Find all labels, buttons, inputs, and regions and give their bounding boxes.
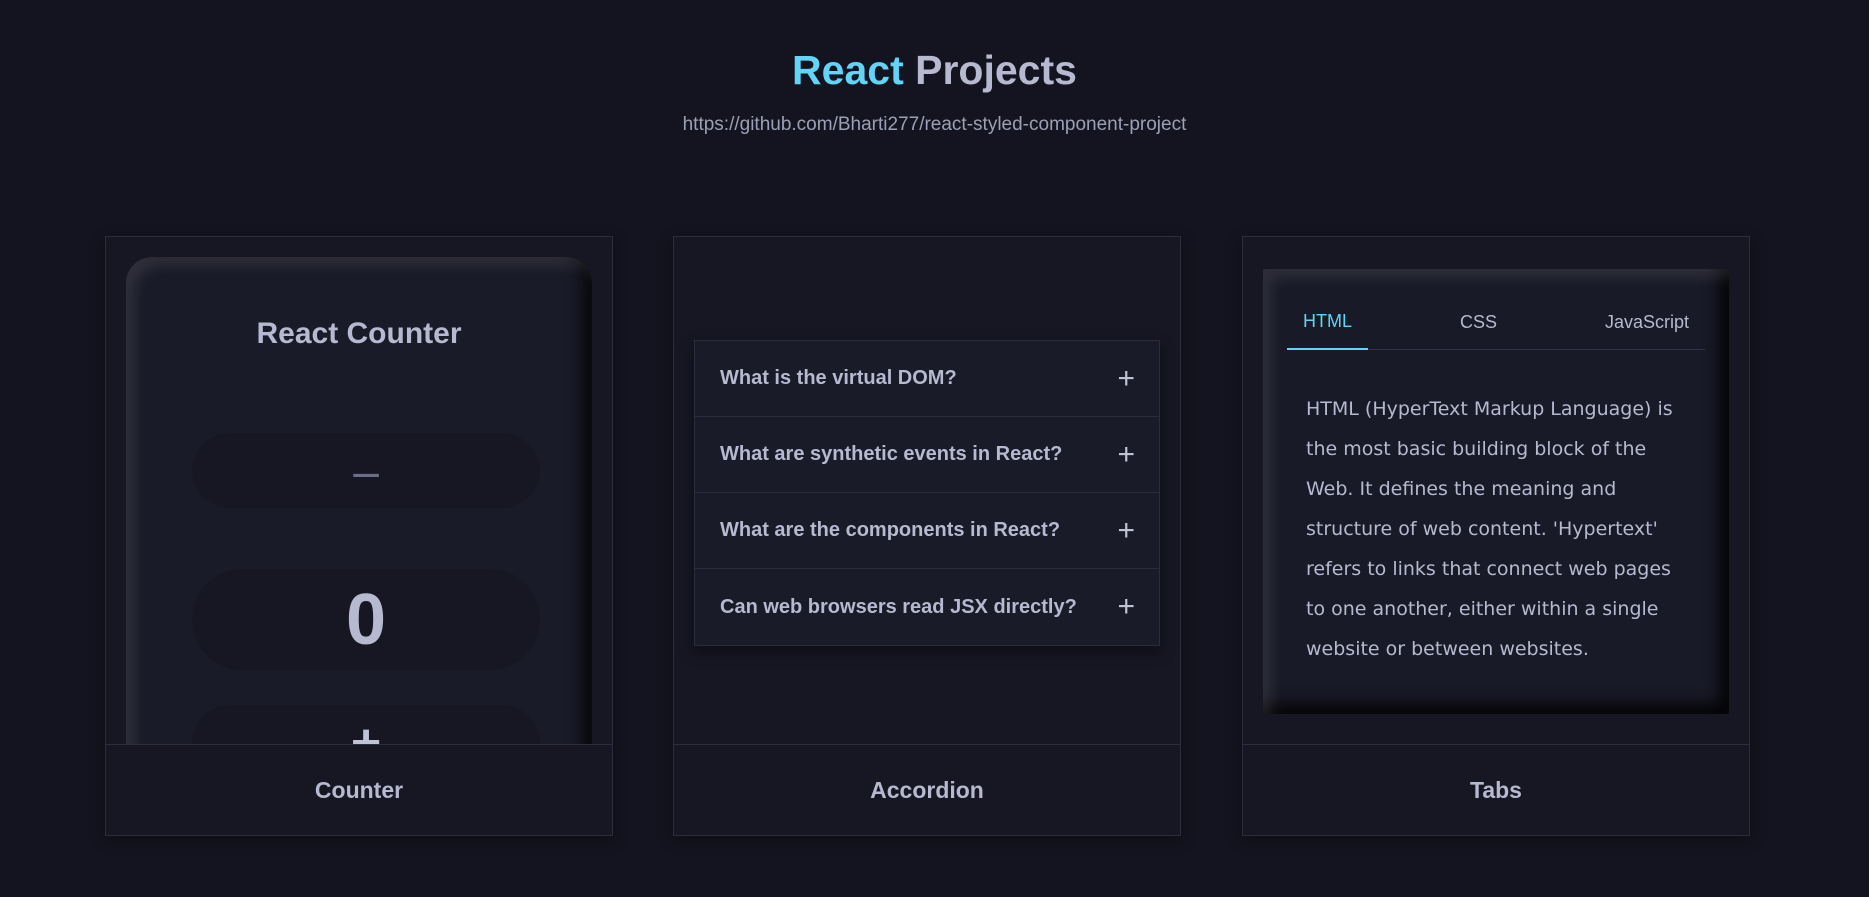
counter-title: React Counter bbox=[256, 317, 462, 350]
accordion-preview: What is the virtual DOM? + What are synt… bbox=[674, 237, 1180, 746]
accordion: What is the virtual DOM? + What are synt… bbox=[694, 340, 1160, 646]
tab-css[interactable]: CSS bbox=[1444, 295, 1513, 350]
accordion-card[interactable]: What is the virtual DOM? + What are synt… bbox=[673, 236, 1181, 836]
plus-icon[interactable]: + bbox=[1117, 514, 1135, 548]
repo-url: https://github.com/Bharti277/react-style… bbox=[682, 114, 1187, 135]
counter-card-label[interactable]: Counter bbox=[106, 744, 612, 835]
increment-button[interactable]: + bbox=[192, 705, 540, 746]
accordion-item[interactable]: What is the virtual DOM? + bbox=[695, 341, 1159, 417]
tab-bar: HTML CSS JavaScript bbox=[1287, 295, 1705, 350]
decrement-button[interactable]: – bbox=[192, 433, 540, 508]
accordion-card-label[interactable]: Accordion bbox=[674, 744, 1180, 835]
accordion-item[interactable]: What are synthetic events in React? + bbox=[695, 417, 1159, 493]
accordion-item[interactable]: Can web browsers read JSX directly? + bbox=[695, 569, 1159, 645]
accordion-question: What are the components in React? bbox=[720, 519, 1061, 541]
tab-html[interactable]: HTML bbox=[1287, 295, 1368, 350]
accordion-question: What are synthetic events in React? bbox=[720, 443, 1063, 465]
tabs-card-label[interactable]: Tabs bbox=[1243, 744, 1749, 835]
counter-value: 0 bbox=[192, 569, 540, 670]
accordion-question: What is the virtual DOM? bbox=[720, 367, 957, 389]
page-title: React Projects bbox=[0, 47, 1869, 94]
counter-widget: React Counter – 0 + bbox=[126, 257, 592, 746]
tabs-widget: HTML CSS JavaScript HTML (HyperText Mark… bbox=[1263, 269, 1729, 714]
tabs-preview: HTML CSS JavaScript HTML (HyperText Mark… bbox=[1243, 237, 1749, 746]
tabs-card[interactable]: HTML CSS JavaScript HTML (HyperText Mark… bbox=[1242, 236, 1750, 836]
plus-icon[interactable]: + bbox=[1117, 362, 1135, 396]
counter-card[interactable]: React Counter – 0 + Counter bbox=[105, 236, 613, 836]
tab-content: HTML (HyperText Markup Language) is the … bbox=[1306, 398, 1673, 660]
accordion-item[interactable]: What are the components in React? + bbox=[695, 493, 1159, 569]
counter-preview: React Counter – 0 + bbox=[106, 237, 612, 746]
accordion-question: Can web browsers read JSX directly? bbox=[720, 595, 1077, 618]
tab-javascript[interactable]: JavaScript bbox=[1589, 295, 1705, 350]
page-title-rest: Projects bbox=[915, 47, 1077, 93]
plus-icon[interactable]: + bbox=[1117, 590, 1135, 624]
page-title-accent: React bbox=[792, 47, 904, 93]
plus-icon[interactable]: + bbox=[1117, 438, 1135, 472]
